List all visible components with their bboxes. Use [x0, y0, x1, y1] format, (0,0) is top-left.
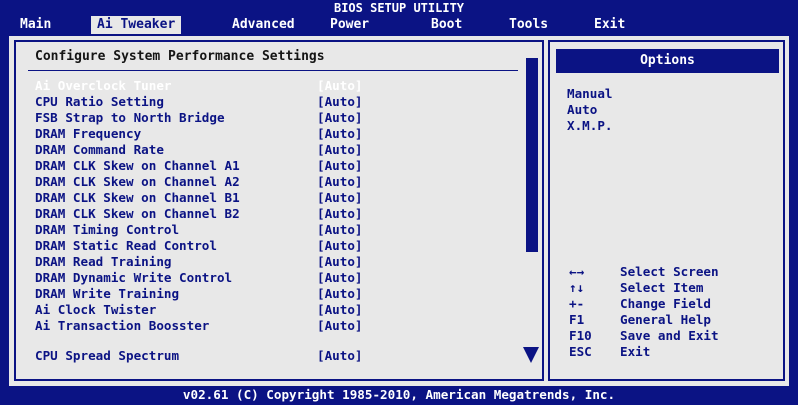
help-key: F10 — [569, 328, 592, 343]
setting-label: DRAM CLK Skew on Channel B2 — [35, 206, 240, 221]
setting-label: DRAM Timing Control — [35, 222, 180, 237]
help-desc: Change Field — [620, 296, 711, 311]
menu-bar: Main Ai Tweaker Advanced Power Boot Tool… — [0, 14, 798, 36]
setting-label: Ai Overclock Tuner — [35, 78, 172, 93]
setting-dram-read-training[interactable]: DRAM Read Training [Auto] — [35, 254, 515, 270]
setting-dram-write-training[interactable]: DRAM Write Training [Auto] — [35, 286, 515, 302]
setting-value[interactable]: [Auto] — [317, 348, 363, 364]
setting-label: Ai Clock Twister — [35, 302, 157, 317]
setting-value[interactable]: [Auto] — [317, 142, 363, 158]
setting-value[interactable]: [Auto] — [317, 126, 363, 142]
setting-value[interactable]: [Auto] — [317, 190, 363, 206]
setting-label: DRAM Static Read Control — [35, 238, 217, 253]
help-desc: General Help — [620, 312, 711, 327]
setting-label: DRAM Write Training — [35, 286, 180, 301]
options-header: Options — [556, 49, 779, 73]
menu-exit[interactable]: Exit — [588, 16, 631, 34]
setting-label: CPU Ratio Setting — [35, 94, 164, 109]
setting-ai-clock-twister[interactable]: Ai Clock Twister [Auto] — [35, 302, 515, 318]
section-title: Configure System Performance Settings — [35, 49, 325, 64]
scrollbar-thumb[interactable] — [526, 58, 538, 252]
scroll-down-arrow-icon[interactable] — [523, 347, 539, 363]
option-item[interactable]: Auto — [567, 102, 597, 118]
option-item[interactable]: X.M.P. — [567, 118, 613, 134]
setting-value[interactable]: [Auto] — [317, 174, 363, 190]
setting-value[interactable]: [Auto] — [317, 206, 363, 222]
setting-value[interactable]: [Auto] — [317, 302, 363, 318]
section-divider — [28, 70, 518, 71]
setting-dram-timing-control[interactable]: DRAM Timing Control [Auto] — [35, 222, 515, 238]
menu-power[interactable]: Power — [324, 16, 375, 34]
option-item[interactable]: Manual — [567, 86, 613, 102]
setting-value[interactable]: [Auto] — [317, 94, 363, 110]
menu-ai-tweaker[interactable]: Ai Tweaker — [91, 16, 182, 34]
setting-label: FSB Strap to North Bridge — [35, 110, 225, 125]
setting-label: Ai Transaction Boosster — [35, 318, 210, 333]
setting-label: DRAM CLK Skew on Channel B1 — [35, 190, 240, 205]
menu-tools[interactable]: Tools — [503, 16, 554, 34]
setting-cpu-ratio[interactable]: CPU Ratio Setting [Auto] — [35, 94, 515, 110]
setting-label: DRAM Command Rate — [35, 142, 164, 157]
setting-value[interactable]: [Auto] — [317, 254, 363, 270]
help-desc: Select Item — [620, 280, 704, 295]
setting-dram-command-rate[interactable]: DRAM Command Rate [Auto] — [35, 142, 515, 158]
setting-value[interactable]: [Auto] — [317, 286, 363, 302]
arrows-left-right-icon: ←→ — [569, 264, 585, 279]
setting-label: DRAM Dynamic Write Control — [35, 270, 233, 285]
setting-dram-clk-skew-b1[interactable]: DRAM CLK Skew on Channel B1 [Auto] — [35, 190, 515, 206]
setting-ai-overclock-tuner[interactable]: Ai Overclock Tuner [Auto] — [35, 78, 515, 94]
setting-label: DRAM CLK Skew on Channel A2 — [35, 174, 240, 189]
setting-dram-clk-skew-b2[interactable]: DRAM CLK Skew on Channel B2 [Auto] — [35, 206, 515, 222]
setting-value[interactable]: [Auto] — [317, 222, 363, 238]
setting-value[interactable]: [Auto] — [317, 270, 363, 286]
menu-advanced[interactable]: Advanced — [226, 16, 301, 34]
menu-main[interactable]: Main — [14, 16, 57, 34]
menu-boot[interactable]: Boot — [425, 16, 468, 34]
setting-dram-frequency[interactable]: DRAM Frequency [Auto] — [35, 126, 515, 142]
setting-ai-transaction-booster[interactable]: Ai Transaction Boosster [Auto] — [35, 318, 515, 334]
help-key: +- — [569, 296, 585, 311]
help-desc: Save and Exit — [620, 328, 719, 343]
setting-dram-clk-skew-a1[interactable]: DRAM CLK Skew on Channel A1 [Auto] — [35, 158, 515, 174]
setting-value[interactable]: [Auto] — [317, 238, 363, 254]
help-desc: Select Screen — [620, 264, 719, 279]
help-key: F1 — [569, 312, 585, 327]
setting-dram-static-read-control[interactable]: DRAM Static Read Control [Auto] — [35, 238, 515, 254]
setting-label: DRAM Read Training — [35, 254, 172, 269]
help-desc: Exit — [620, 344, 651, 359]
setting-cpu-spread-spectrum[interactable]: CPU Spread Spectrum [Auto] — [35, 348, 515, 364]
setting-value[interactable]: [Auto] — [317, 78, 363, 94]
setting-label: DRAM CLK Skew on Channel A1 — [35, 158, 240, 173]
help-key: ESC — [569, 344, 592, 359]
setting-dram-clk-skew-a2[interactable]: DRAM CLK Skew on Channel A2 [Auto] — [35, 174, 515, 190]
setting-label: DRAM Frequency — [35, 126, 142, 141]
setting-dram-dynamic-write-control[interactable]: DRAM Dynamic Write Control [Auto] — [35, 270, 515, 286]
setting-value[interactable]: [Auto] — [317, 110, 363, 126]
copyright-footer: v02.61 (C) Copyright 1985-2010, American… — [182, 387, 616, 402]
setting-label: CPU Spread Spectrum — [35, 348, 180, 363]
setting-value[interactable]: [Auto] — [317, 158, 363, 174]
arrows-up-down-icon: ↑↓ — [569, 280, 585, 295]
setting-fsb-strap[interactable]: FSB Strap to North Bridge [Auto] — [35, 110, 515, 126]
setting-value[interactable]: [Auto] — [317, 318, 363, 334]
